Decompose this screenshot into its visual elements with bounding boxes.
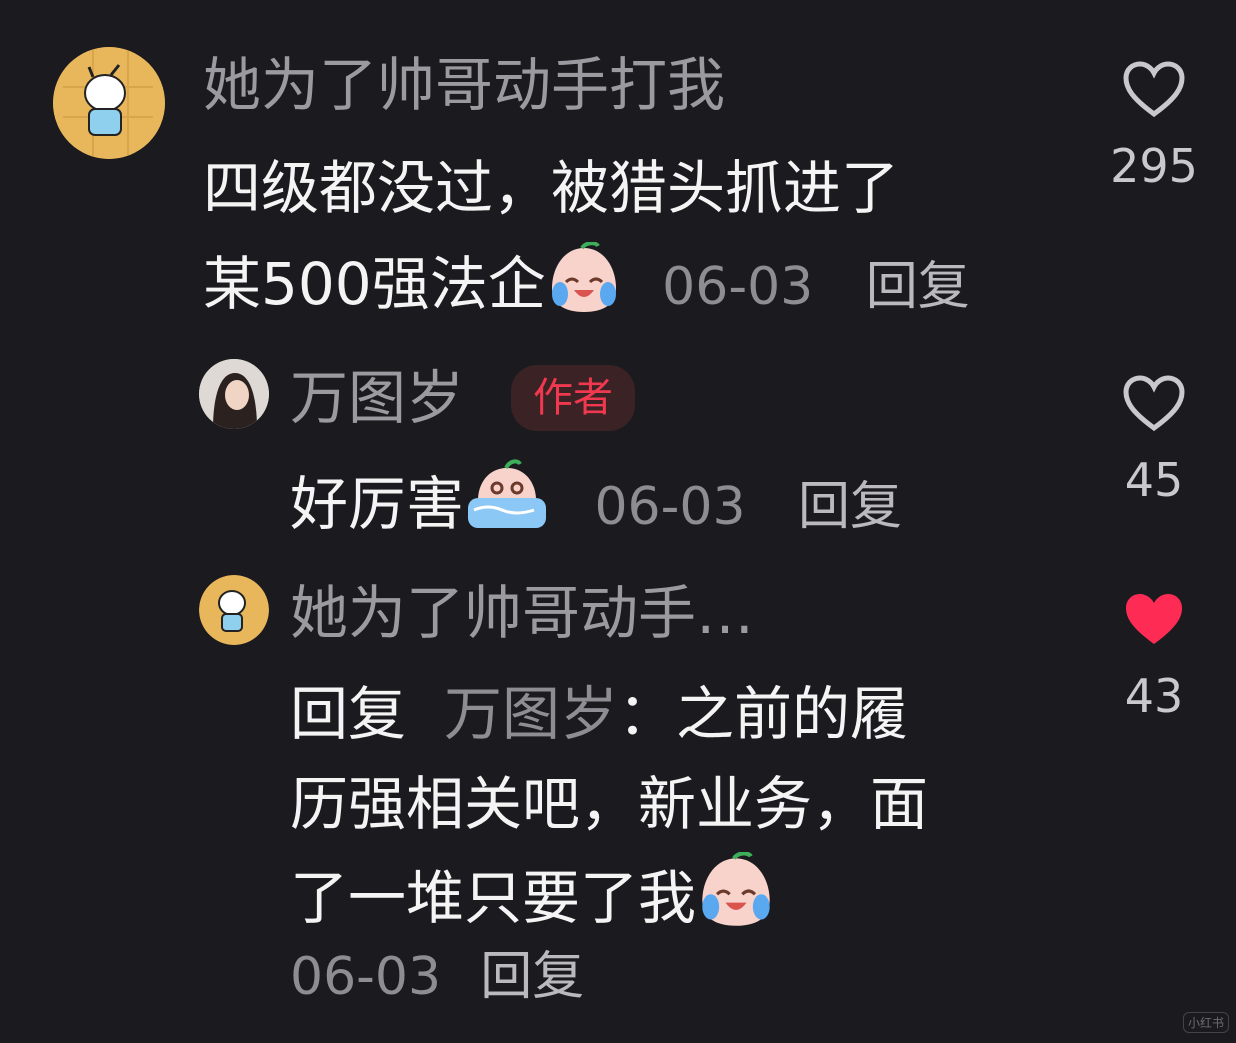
comment-text: 历强相关吧，新业务，面 (290, 770, 929, 838)
comment-text-line: 之前的履 (676, 680, 909, 748)
comment-text-line: 好厉害 (290, 470, 465, 538)
comment-text-line: 某500强法企 (203, 250, 546, 318)
comment-username[interactable]: 她为了帅哥动手打我 (203, 50, 725, 120)
comment-text: 了一堆只要了我 (290, 851, 776, 946)
comment-username[interactable]: 万图岁 (290, 363, 464, 433)
comment-text: 回复 万图岁：之前的履 (290, 676, 908, 752)
sobbing-emoji-icon (464, 458, 550, 552)
like-count: 295 (1110, 139, 1198, 193)
heart-outline-icon (1123, 375, 1185, 432)
comment-date: 06-03 (290, 947, 442, 1007)
comment-username[interactable]: 她为了帅哥动手… (290, 578, 754, 648)
comment-text: 好厉害 06-03 回复 (290, 458, 902, 552)
comment-text-line: 了一堆只要了我 (290, 864, 697, 932)
avatar[interactable] (199, 359, 269, 429)
reply-button[interactable]: 回复 (480, 947, 584, 1007)
like-button[interactable] (1122, 60, 1186, 120)
comment-date: 06-03 (662, 257, 814, 317)
comment-text: 四级都没过，被猎头抓进了 (203, 154, 900, 222)
author-avatar-icon (199, 359, 269, 429)
comment-meta: 06-03 回复 (290, 944, 584, 1022)
reply-colon: ： (618, 680, 677, 748)
comment-date: 06-03 (594, 477, 746, 537)
reply-prefix: 回复 (290, 680, 407, 748)
cartoon-boy-avatar-icon (53, 47, 165, 159)
heart-filled-icon (1126, 594, 1182, 644)
avatar[interactable] (199, 575, 269, 645)
author-badge: 作者 (511, 365, 635, 431)
reply-button[interactable]: 回复 (798, 477, 902, 537)
avatar[interactable] (53, 47, 165, 159)
reply-button[interactable]: 回复 (866, 257, 970, 317)
crying-laughing-emoji-icon (696, 851, 776, 946)
watermark: 小红书 (1183, 1012, 1230, 1033)
like-count: 45 (1124, 453, 1184, 507)
reply-target-username[interactable]: 万图岁 (444, 680, 618, 748)
like-button[interactable] (1122, 590, 1186, 650)
heart-outline-icon (1123, 61, 1185, 118)
crying-laughing-emoji-icon (546, 241, 622, 332)
cartoon-boy-avatar-icon (199, 575, 269, 645)
comment-text: 某500强法企 06-03 回复 (203, 241, 970, 332)
like-button[interactable] (1122, 374, 1186, 434)
like-count: 43 (1124, 669, 1184, 723)
